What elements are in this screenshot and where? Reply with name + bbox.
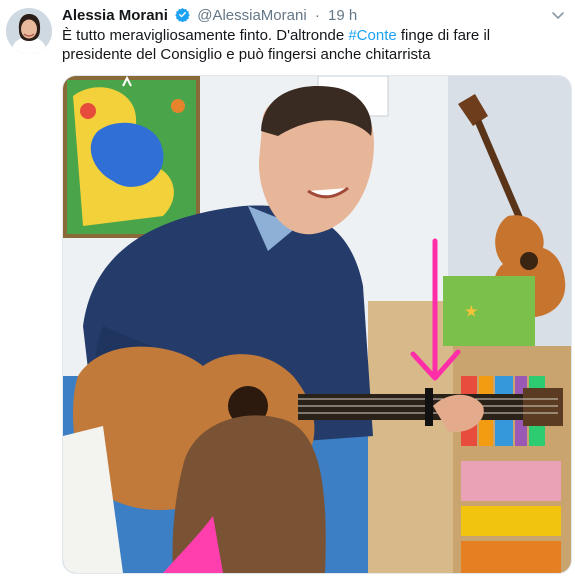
hashtag-link[interactable]: #Conte	[348, 27, 396, 44]
tweet: Alessia Morani @AlessiaMorani · 19 h È t…	[0, 0, 575, 576]
tweet-photo[interactable]: ★	[62, 75, 572, 574]
avatar-image	[6, 8, 52, 54]
author-handle[interactable]: @AlessiaMorani	[197, 7, 306, 24]
chevron-down-icon[interactable]	[551, 6, 565, 26]
tweet-text: È tutto meravigliosamente finto. D'altro…	[62, 26, 562, 64]
tweet-header: Alessia Morani @AlessiaMorani · 19 h	[62, 6, 565, 26]
photo-illustration: ★	[63, 76, 571, 573]
separator-dot: ·	[314, 7, 320, 24]
verified-badge-icon	[175, 7, 190, 28]
avatar[interactable]	[6, 8, 52, 54]
wall-painting	[63, 76, 200, 238]
tweet-text-part1: È tutto meravigliosamente finto. D'altro…	[62, 27, 349, 44]
author-name[interactable]: Alessia Morani	[62, 7, 168, 24]
tweet-timestamp[interactable]: 19 h	[328, 7, 357, 24]
svg-text:★: ★	[465, 303, 478, 319]
